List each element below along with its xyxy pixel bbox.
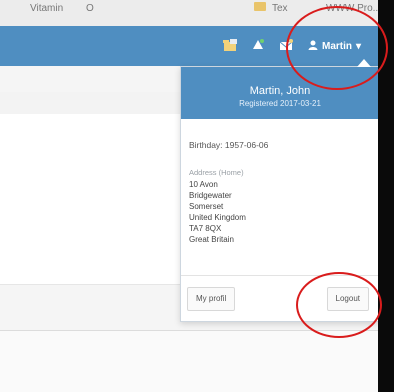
user-registered: Registered 2017-03-21 (239, 99, 321, 108)
my-profile-button[interactable]: My profil (187, 287, 236, 311)
highlight-circle-logout (296, 272, 382, 338)
address-heading: Address (Home) (189, 168, 244, 177)
address-line: Bridgewater (189, 191, 232, 200)
address-line: Somerset (189, 202, 224, 211)
left-panel-body (0, 114, 181, 285)
left-panel-header (0, 92, 180, 115)
browser-tab[interactable]: Vitamin (30, 3, 63, 14)
address-line: Great Britain (189, 235, 234, 244)
address-line: 10 Avon (189, 180, 218, 189)
address-line: United Kingdom (189, 213, 246, 222)
browser-tab[interactable]: Tex (272, 3, 288, 14)
address-block: 10 Avon Bridgewater Somerset United King… (189, 179, 246, 245)
user-birthday: Birthday: 1957-06-06 (189, 140, 269, 150)
bell-icon[interactable] (250, 38, 266, 52)
highlight-circle-user-menu (286, 6, 388, 90)
browser-tab[interactable]: O (86, 3, 94, 14)
folder-icon (254, 2, 266, 11)
bottom-panel (0, 331, 378, 392)
folders-icon[interactable] (222, 38, 238, 52)
address-line: TA7 8QX (189, 224, 222, 233)
topbar-icons (222, 38, 294, 52)
